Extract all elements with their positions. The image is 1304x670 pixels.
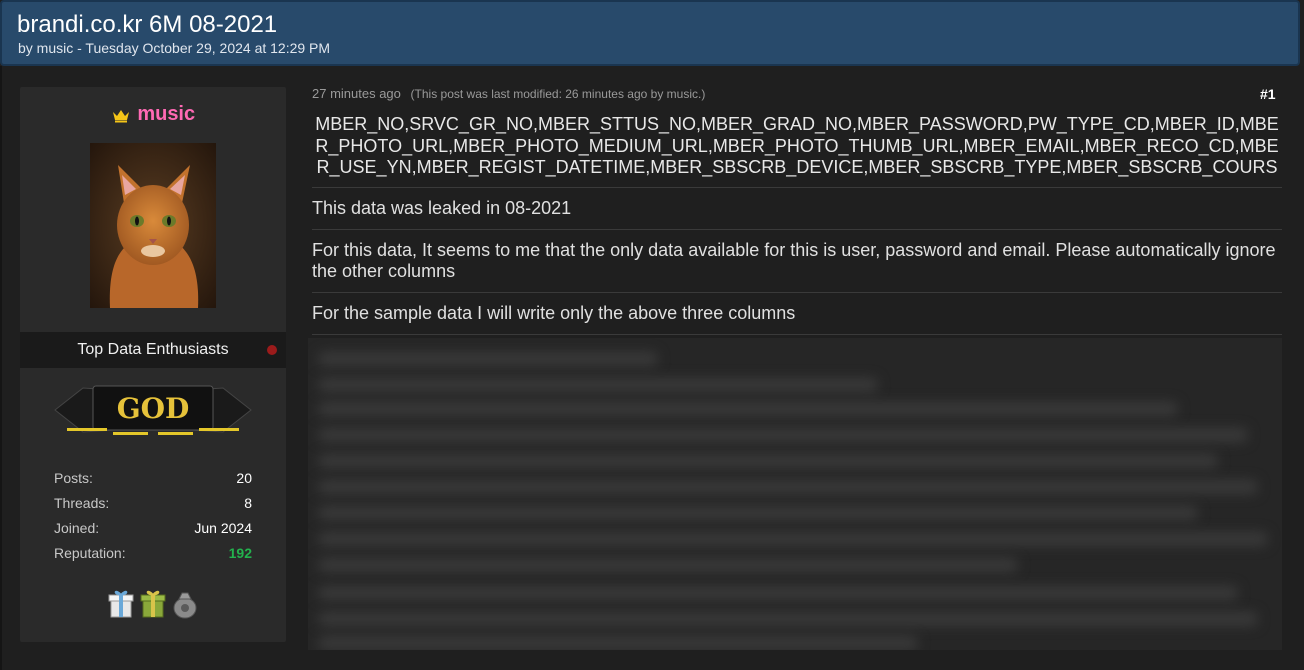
columns-list: MBER_NO,SRVC_GR_NO,MBER_STTUS_NO,MBER_GR…: [312, 114, 1282, 188]
post-modified-note: (This post was last modified: 26 minutes…: [410, 87, 706, 101]
stat-value[interactable]: 20: [236, 470, 252, 495]
user-stats: Posts: 20 Threads: 8 Joined: Jun 2024 Re…: [54, 470, 252, 570]
stat-threads: Threads: 8: [54, 495, 252, 520]
stat-joined: Joined: Jun 2024: [54, 520, 252, 545]
stat-reputation: Reputation: 192: [54, 545, 252, 570]
post-relative-time[interactable]: 27 minutes ago: [312, 86, 401, 101]
user-panel: music Top Data Enthusiasts GOD Posts: 20…: [20, 87, 286, 642]
post-paragraph: For the sample data I will write only th…: [312, 293, 1282, 335]
stat-label: Posts:: [54, 470, 93, 486]
avatar[interactable]: [90, 143, 216, 308]
post-body: MBER_NO,SRVC_GR_NO,MBER_STTUS_NO,MBER_GR…: [312, 114, 1282, 335]
gray-bag-icon[interactable]: [170, 587, 200, 619]
stat-value: Jun 2024: [194, 520, 252, 536]
blurred-sample-data: [308, 338, 1282, 650]
usertitle: Top Data Enthusiasts: [77, 341, 229, 358]
post-date: 27 minutes ago (This post was last modif…: [312, 86, 705, 101]
post-paragraph: For this data, It seems to me that the o…: [312, 230, 1282, 293]
thread-title: brandi.co.kr 6M 08-2021: [17, 11, 278, 38]
stat-label: Threads:: [54, 495, 110, 511]
post-paragraph: This data was leaked in 08-2021: [312, 188, 1282, 230]
stat-posts: Posts: 20: [54, 470, 252, 495]
username-link[interactable]: music: [137, 103, 195, 125]
post-number-link[interactable]: #1: [1260, 86, 1276, 102]
thread-meta: by music - Tuesday October 29, 2024 at 1…: [18, 40, 331, 56]
stat-value[interactable]: 8: [244, 495, 252, 520]
svg-text:GOD: GOD: [117, 392, 190, 425]
stat-label: Reputation:: [54, 545, 126, 561]
green-gift-icon[interactable]: [138, 587, 168, 619]
cat-avatar-image: [90, 143, 216, 308]
stat-label: Joined:: [54, 520, 100, 536]
white-gift-icon[interactable]: [106, 587, 136, 619]
thread-header: brandi.co.kr 6M 08-2021 by music - Tuesd…: [0, 0, 1300, 66]
crown-icon: [112, 109, 129, 122]
stat-value[interactable]: 192: [229, 545, 252, 570]
usertitle-bar: Top Data Enthusiasts: [20, 332, 286, 368]
offline-status-icon: [267, 345, 277, 355]
username-row: music: [20, 103, 286, 126]
god-rank-badge: GOD: [54, 385, 252, 435]
awards: [106, 587, 200, 621]
